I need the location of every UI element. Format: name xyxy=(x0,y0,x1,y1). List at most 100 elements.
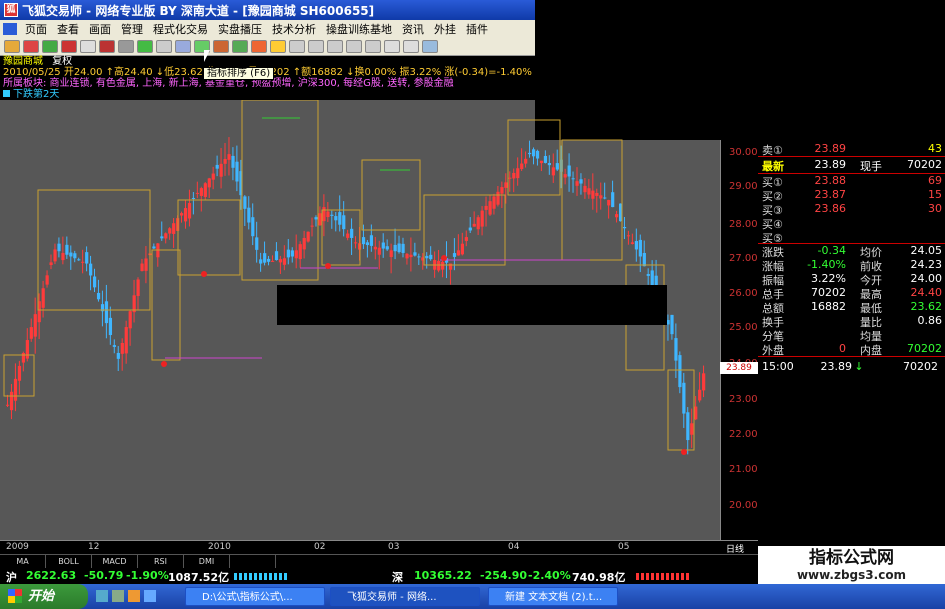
candle-body xyxy=(452,253,457,257)
remove-icon[interactable] xyxy=(61,40,77,53)
task-fox-trader[interactable]: 飞狐交易师 - 网络... xyxy=(330,587,480,606)
alert-icon[interactable] xyxy=(251,40,267,53)
menu-item-tech-analysis[interactable]: 技术分析 xyxy=(267,21,321,37)
avg-label: 均价 xyxy=(860,246,882,259)
chart-tool-icon[interactable] xyxy=(422,40,438,53)
candle-body xyxy=(377,247,381,255)
menu-item-view[interactable]: 查看 xyxy=(52,21,84,37)
menu-item-manage[interactable]: 管理 xyxy=(116,21,148,37)
layout-d-icon[interactable] xyxy=(346,40,362,53)
quote-empty-area xyxy=(758,380,945,546)
candle-body xyxy=(622,226,627,229)
pattern-box xyxy=(177,199,241,276)
candle-body xyxy=(326,211,330,218)
menu-item-page[interactable]: 页面 xyxy=(20,21,52,37)
menu-item-screen[interactable]: 画面 xyxy=(84,21,116,37)
add-icon[interactable] xyxy=(42,40,58,53)
start-button[interactable]: 开始 xyxy=(0,584,88,609)
menu-item-plugins[interactable]: 插件 xyxy=(461,21,493,37)
candle-body xyxy=(385,246,389,250)
tab-macd[interactable]: MACD xyxy=(92,555,138,568)
change-value: -0.34 xyxy=(817,244,846,257)
tab-boll[interactable]: BOLL xyxy=(46,555,92,568)
tab-dmi[interactable]: DMI xyxy=(184,555,230,568)
candle-body xyxy=(694,406,698,420)
tab-empty[interactable] xyxy=(230,555,276,568)
price-tick: 30.00 xyxy=(729,147,758,158)
price-axis: 30.00 29.00 28.00 27.00 26.00 25.00 24.0… xyxy=(720,140,758,540)
layout-b-icon[interactable] xyxy=(308,40,324,53)
tab-ma[interactable]: MA xyxy=(0,555,46,568)
redaction-block xyxy=(277,285,667,325)
book-icon[interactable] xyxy=(175,40,191,53)
pattern-box xyxy=(241,100,319,281)
line-tool-icon[interactable] xyxy=(403,40,419,53)
candle-body xyxy=(401,243,405,253)
sell1-price: 23.89 xyxy=(814,142,847,155)
indicator-a-icon[interactable] xyxy=(99,40,115,53)
layout-e-icon[interactable] xyxy=(365,40,381,53)
candle-body xyxy=(484,205,488,210)
quicklaunch-ie-icon[interactable] xyxy=(96,590,108,602)
stats-icon[interactable] xyxy=(213,40,229,53)
quicklaunch-desktop-icon[interactable] xyxy=(112,590,124,602)
cursor-tool-icon[interactable] xyxy=(384,40,400,53)
vratio-value: 0.86 xyxy=(917,314,943,327)
candle-body xyxy=(108,317,113,336)
menu-item-program-trade[interactable]: 程式化交易 xyxy=(148,21,213,37)
draw-icon[interactable] xyxy=(270,40,286,53)
candle-body xyxy=(528,152,532,155)
window-titlebar[interactable]: 狐 飞狐交易师 - 网络专业版 BY 深南大道 - [豫园商城 SH600655… xyxy=(0,0,535,20)
index-bar: 沪 2622.63 -50.79 -1.90% 1087.52亿 深 10365… xyxy=(0,568,758,584)
indicator-sort-icon[interactable] xyxy=(156,40,172,53)
candle-body xyxy=(199,188,203,196)
candle-body xyxy=(231,155,235,168)
candle-body xyxy=(310,225,314,227)
menu-item-news[interactable]: 资讯 xyxy=(397,21,429,37)
candle-body xyxy=(144,258,148,271)
candle-body xyxy=(183,208,188,222)
buy3-vol: 30 xyxy=(928,202,942,215)
low-label: 最低 xyxy=(860,302,882,315)
tab-rsi[interactable]: RSI xyxy=(138,555,184,568)
candle-body xyxy=(690,423,694,435)
open-icon[interactable] xyxy=(4,40,20,53)
candle-body xyxy=(350,228,354,238)
inner-value: 70202 xyxy=(907,342,942,355)
system-menu-icon[interactable] xyxy=(3,23,17,35)
fox-app-icon: 狐 xyxy=(4,3,18,17)
candle-body xyxy=(290,250,294,257)
price-tick: 27.00 xyxy=(729,253,758,264)
candle-body xyxy=(282,258,287,265)
candle-body xyxy=(136,279,140,296)
task-folder[interactable]: D:\公式\指标公式\... xyxy=(185,587,325,606)
candle-body xyxy=(65,244,69,255)
tile-icon[interactable] xyxy=(232,40,248,53)
rights-icon[interactable] xyxy=(80,40,96,53)
candle-body xyxy=(41,288,45,308)
candle-body xyxy=(29,327,33,339)
candle-body xyxy=(49,262,53,266)
indicator-b-icon[interactable] xyxy=(118,40,134,53)
amp-label: 振幅 xyxy=(762,274,784,287)
task-notepad[interactable]: 新建 文本文档 (2).t... xyxy=(488,587,618,606)
price-tick: 25.00 xyxy=(729,322,758,333)
record-icon[interactable] xyxy=(23,40,39,53)
layout-a-icon[interactable] xyxy=(289,40,305,53)
quicklaunch-media-icon[interactable] xyxy=(128,590,140,602)
quicklaunch-app-icon[interactable] xyxy=(144,590,156,602)
menu-item-live-trade[interactable]: 实盘播压 xyxy=(213,21,267,37)
menu-item-training[interactable]: 操盘训练基地 xyxy=(321,21,397,37)
menu-item-addons[interactable]: 外挂 xyxy=(429,21,461,37)
watermark-title: 指标公式网 xyxy=(809,548,894,568)
tick-time: 15:00 xyxy=(762,360,794,373)
candle-body xyxy=(219,163,223,177)
candle-body xyxy=(448,263,453,270)
candle-body xyxy=(539,160,544,164)
candle-body xyxy=(587,188,591,195)
bar-chart-icon[interactable] xyxy=(137,40,153,53)
layout-c-icon[interactable] xyxy=(327,40,343,53)
candle-body xyxy=(437,260,441,271)
candle-body xyxy=(207,178,211,188)
indicator-tabs: MA BOLL MACD RSI DMI xyxy=(0,554,758,568)
